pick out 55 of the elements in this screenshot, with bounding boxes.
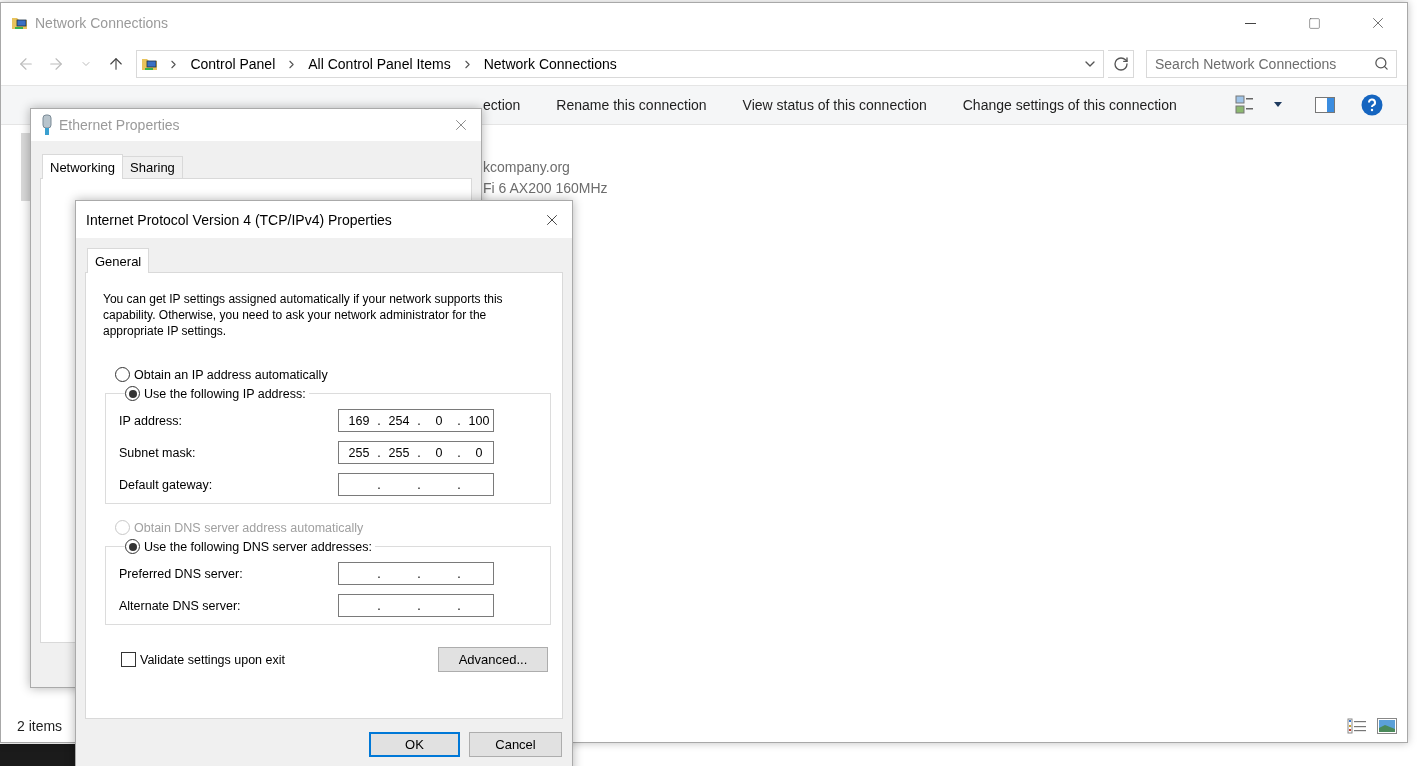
network-folder-icon xyxy=(11,15,29,31)
dialog-title: Internet Protocol Version 4 (TCP/IPv4) Properties xyxy=(86,211,393,228)
dialog-button[interactable]: Cancel xyxy=(469,732,562,757)
refresh-icon xyxy=(1112,56,1129,72)
window-title: Network Connections xyxy=(35,15,170,31)
ip-address-field[interactable]: 169 . 254 . 0 . 100 xyxy=(338,409,494,432)
change-view-icon[interactable] xyxy=(1235,95,1255,115)
radio-label: Use the following DNS server addresses: xyxy=(144,539,372,554)
field-label: Default gateway: xyxy=(119,477,214,492)
ip-address-field[interactable]: . . . xyxy=(338,473,494,496)
toolbar-command[interactable]: ection xyxy=(483,97,521,113)
tab[interactable]: Networking xyxy=(42,154,124,179)
search-field[interactable]: Search Network Connections xyxy=(1146,50,1397,78)
connection-detail: Fi 6 AX200 160MHz xyxy=(483,179,608,198)
network-folder-icon xyxy=(141,56,160,72)
field-label: IP address: xyxy=(119,413,183,428)
address-bar[interactable]: Control Panel All Control Panel Items Network Connections xyxy=(136,50,1105,78)
connection-detail: kcompany.org xyxy=(483,158,571,177)
checkbox-label: Validate settings upon exit xyxy=(140,652,286,667)
tab[interactable]: Sharing xyxy=(122,156,183,178)
caret-icon[interactable] xyxy=(1273,102,1283,108)
maximize-icon xyxy=(1307,16,1321,30)
breadcrumb-item[interactable]: All Control Panel Items xyxy=(306,56,453,72)
preview-pane-icon[interactable] xyxy=(1315,97,1335,113)
intro-text: You can get IP settings assigned automatically if your network supports this capability. Otherwise, you need to ask your network administrator for the appropriate IP settings. xyxy=(103,291,504,339)
radio-button[interactable] xyxy=(125,386,140,401)
toolbar-command[interactable]: Rename this connection xyxy=(556,97,707,113)
breadcrumb-item[interactable]: Control Panel xyxy=(188,56,278,72)
advanced-button[interactable]: Advanced... xyxy=(438,647,548,672)
tab[interactable]: General xyxy=(87,248,150,273)
ethernet-plug-icon xyxy=(41,114,53,136)
minimize-icon xyxy=(1244,22,1256,24)
large-icons-view-icon[interactable] xyxy=(1377,718,1397,734)
field-label: Subnet mask: xyxy=(119,445,197,460)
ip-address-field[interactable]: 255 . 255 . 0 . 0 xyxy=(338,441,494,464)
field-label: Alternate DNS server: xyxy=(119,598,242,613)
checkbox[interactable] xyxy=(121,652,136,667)
dialog-title: Ethernet Properties xyxy=(59,117,181,133)
ip-address-field[interactable]: . . . xyxy=(338,594,494,617)
radio-label: Obtain an IP address automatically xyxy=(134,367,328,382)
breadcrumb-item[interactable]: Network Connections xyxy=(481,56,619,72)
radio-button[interactable] xyxy=(115,367,130,382)
toolbar-command[interactable]: Change settings of this connection xyxy=(962,97,1177,113)
search-icon xyxy=(1374,56,1389,71)
status-text: 2 items xyxy=(17,718,64,734)
ip-address-field[interactable]: . . . xyxy=(338,562,494,585)
radio-label: Obtain DNS server address automatically xyxy=(134,520,364,535)
dialog-button[interactable]: OK xyxy=(369,732,460,757)
radio-label: Use the following IP address: xyxy=(144,386,306,401)
radio-button[interactable] xyxy=(125,539,140,554)
toolbar-command[interactable]: View status of this connection xyxy=(742,97,927,113)
refresh-button[interactable] xyxy=(1108,50,1134,78)
field-label: Preferred DNS server: xyxy=(119,566,244,581)
help-icon[interactable] xyxy=(1361,94,1383,116)
details-view-icon[interactable] xyxy=(1347,718,1367,734)
